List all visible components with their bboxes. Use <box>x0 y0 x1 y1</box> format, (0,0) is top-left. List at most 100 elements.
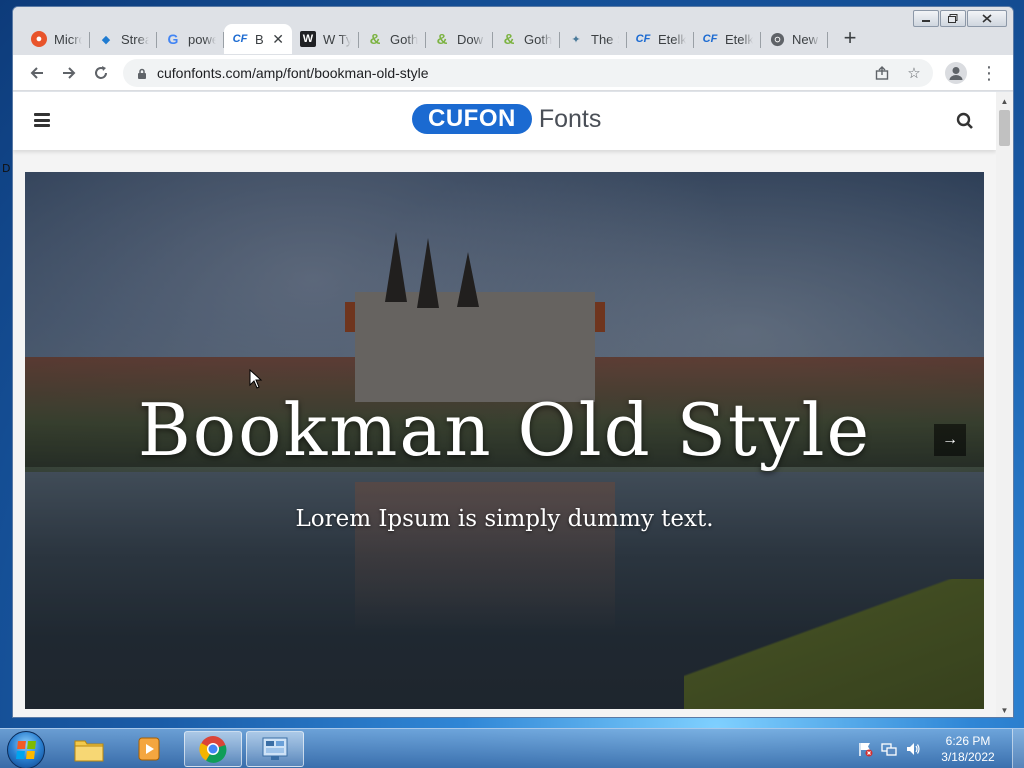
tab-title: Strea <box>121 31 149 47</box>
back-arrow-icon <box>30 67 43 79</box>
site-header: CUFON Fonts <box>13 92 996 150</box>
url-text[interactable]: cufonfonts.com/amp/font/bookman-old-styl… <box>157 65 429 81</box>
tab-title: Etelk <box>725 31 753 47</box>
browser-toolbar: cufonfonts.com/amp/font/bookman-old-styl… <box>13 55 1013 91</box>
show-desktop-button[interactable] <box>1012 729 1024 768</box>
clock-date: 3/18/2022 <box>941 750 995 764</box>
tab-active[interactable]: CF B ✕ <box>224 24 292 54</box>
close-window-button[interactable] <box>967 10 1007 27</box>
minimize-icon <box>922 19 930 22</box>
chrome-icon <box>769 31 785 47</box>
ampersand-icon: & <box>369 30 381 48</box>
hero-title: Bookman Old Style <box>137 388 872 472</box>
scroll-down-icon[interactable]: ▼ <box>996 703 1013 717</box>
action-center-flag-icon[interactable] <box>856 740 874 758</box>
taskbar-chrome[interactable] <box>184 731 242 767</box>
page-viewport: CUFON Fonts Bookman Old Style Lorem Ipsu… <box>13 92 996 717</box>
reload-icon <box>95 66 107 79</box>
tab[interactable]: W W Ty <box>292 24 359 54</box>
chrome-icon <box>199 736 227 763</box>
desktop-icon-label: D <box>2 162 11 175</box>
windows-logo-icon <box>16 741 36 759</box>
taskbar: 6:26 PM 3/18/2022 <box>0 728 1024 768</box>
scroll-thumb[interactable] <box>999 110 1010 146</box>
tab-strip: ● Micro ◆ Strea G powe CF B ✕ W W Ty & <box>23 21 864 54</box>
cufon-icon: CF <box>635 33 651 45</box>
browser-window: ● Micro ◆ Strea G powe CF B ✕ W W Ty & <box>12 6 1014 718</box>
tab-title: New <box>792 31 819 47</box>
minimize-button[interactable] <box>913 10 939 27</box>
plus-icon: + <box>843 25 857 50</box>
w-icon: W <box>300 31 316 47</box>
tab[interactable]: CF Etelk <box>627 24 694 54</box>
share-icon[interactable] <box>871 63 893 83</box>
logo-text: Fonts <box>538 104 602 133</box>
profile-avatar-icon[interactable] <box>945 62 967 84</box>
search-icon[interactable] <box>956 112 974 130</box>
carousel-next-button[interactable]: → <box>934 424 966 456</box>
tab-close-icon[interactable]: ✕ <box>272 31 284 48</box>
taskbar-control-panel[interactable] <box>246 731 304 767</box>
hero-banner: Bookman Old Style Lorem Ipsum is simply … <box>25 172 984 709</box>
tab-title: Micro <box>54 31 82 47</box>
tab[interactable]: G powe <box>157 24 224 54</box>
star-icon[interactable]: ☆ <box>903 63 925 83</box>
tab-title: Etelk <box>658 31 686 47</box>
site-logo[interactable]: CUFON Fonts <box>412 103 601 135</box>
stream-icon: ◆ <box>101 33 111 46</box>
folder-icon <box>74 740 104 762</box>
taskbar-media-player[interactable] <box>121 731 179 767</box>
restore-icon <box>948 14 958 23</box>
page-scrollbar[interactable]: ▲ ▼ <box>996 92 1013 717</box>
new-tab-button[interactable]: + <box>836 24 864 52</box>
maximize-button[interactable] <box>940 10 966 27</box>
tab[interactable]: ◆ Strea <box>90 24 157 54</box>
arrow-right-icon: → <box>942 431 958 448</box>
tab-title: powe <box>188 31 216 47</box>
microsoft-icon: ● <box>31 31 47 47</box>
bird-icon: ✦ <box>571 33 581 46</box>
ampersand-icon: & <box>436 30 448 48</box>
network-icon[interactable] <box>880 740 898 758</box>
close-icon <box>982 14 992 23</box>
tab-title: B <box>255 31 264 47</box>
reload-button[interactable] <box>89 61 113 85</box>
mouse-cursor-icon <box>249 369 263 389</box>
tab[interactable]: & Goth <box>359 24 426 54</box>
tab[interactable]: ● Micro <box>23 24 90 54</box>
forward-arrow-icon <box>63 67 76 79</box>
media-player-icon <box>138 737 160 761</box>
system-clock[interactable]: 6:26 PM 3/18/2022 <box>928 733 1008 765</box>
scroll-up-icon[interactable]: ▲ <box>996 94 1013 108</box>
lock-icon[interactable] <box>137 67 147 85</box>
clock-time: 6:26 PM <box>945 734 991 748</box>
tab-title: Goth <box>390 31 418 47</box>
back-button[interactable] <box>25 61 49 85</box>
control-panel-icon <box>262 737 288 760</box>
more-menu-icon[interactable]: ⋮ <box>979 62 999 84</box>
tab-title: The S <box>591 31 619 47</box>
taskbar-explorer[interactable] <box>60 731 118 767</box>
start-button[interactable] <box>7 731 45 768</box>
cufon-icon: CF <box>702 33 718 45</box>
tab[interactable]: ✦ The S <box>560 24 627 54</box>
tab[interactable]: & Goth <box>493 24 560 54</box>
ampersand-icon: & <box>503 30 515 48</box>
tab[interactable]: New <box>761 24 828 54</box>
window-controls <box>913 10 1007 27</box>
tab[interactable]: & Dow <box>426 24 493 54</box>
hamburger-menu-icon[interactable] <box>34 113 50 127</box>
tab[interactable]: CF Etelk <box>694 24 761 54</box>
logo-pill: CUFON <box>412 104 532 134</box>
system-tray: 6:26 PM 3/18/2022 <box>856 729 1024 768</box>
volume-icon[interactable] <box>904 740 922 758</box>
tab-title: W Ty <box>323 31 351 47</box>
address-bar[interactable]: cufonfonts.com/amp/font/bookman-old-styl… <box>123 59 933 87</box>
forward-button[interactable] <box>57 61 81 85</box>
title-bar: ● Micro ◆ Strea G powe CF B ✕ W W Ty & <box>13 7 1013 55</box>
tab-title: Dow <box>457 31 484 47</box>
tab-title: Goth <box>524 31 552 47</box>
google-icon: G <box>167 31 179 47</box>
cufon-icon: CF <box>232 33 248 45</box>
hero-subtitle: Lorem Ipsum is simply dummy text. <box>295 506 714 532</box>
